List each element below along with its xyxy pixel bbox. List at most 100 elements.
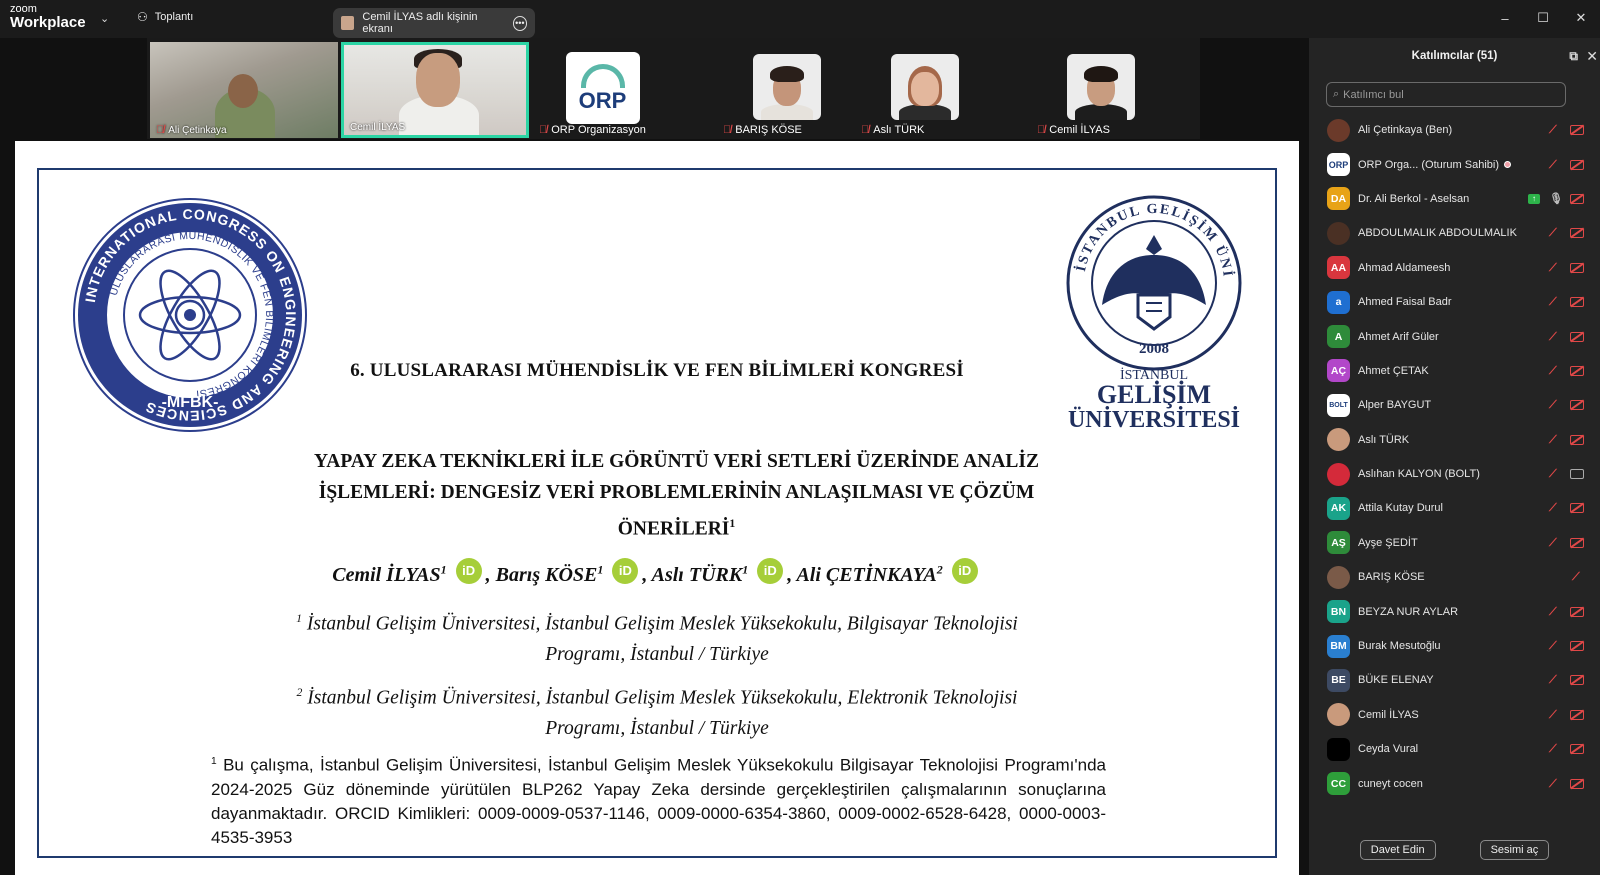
participant-head xyxy=(228,74,258,108)
orcid-icon[interactable]: iD xyxy=(455,558,482,584)
mic-muted-icon[interactable]: ⟋ xyxy=(1549,365,1561,377)
mic-muted-icon[interactable]: ⟋ xyxy=(1549,778,1561,790)
mic-muted-icon[interactable]: ⟋ xyxy=(1549,537,1561,549)
participant-status-icons: ⟋ xyxy=(1549,743,1584,755)
participant-status-icons: ⟋ xyxy=(1549,502,1584,514)
camera-off-icon[interactable] xyxy=(1570,365,1584,376)
camera-off-icon[interactable] xyxy=(1570,262,1584,273)
camera-off-icon[interactable] xyxy=(1570,537,1584,548)
video-tile[interactable]: 🎙̸ BARIŞ KÖSE xyxy=(719,42,854,138)
university-year: 2008 xyxy=(1139,341,1169,357)
camera-off-icon[interactable] xyxy=(1570,331,1584,342)
mic-muted-icon[interactable]: ⟋ xyxy=(1572,571,1584,583)
video-tile[interactable]: 🎙̸ Aslı TÜRK xyxy=(857,42,992,138)
camera-off-icon[interactable] xyxy=(1570,159,1584,170)
video-tile[interactable]: 🎙̸ Cemil İLYAS xyxy=(1033,42,1168,138)
participant-row[interactable]: Aslı TÜRK ⟋ xyxy=(1309,423,1600,457)
affiliation-line: Programı, İstanbul / Türkiye xyxy=(545,643,769,665)
popout-icon[interactable]: ⧉ xyxy=(1569,49,1578,64)
participant-row[interactable]: DA Dr. Ali Berkol - Aselsan ↑ 🎙 xyxy=(1309,182,1600,216)
camera-off-icon[interactable] xyxy=(1570,469,1584,480)
camera-off-icon[interactable] xyxy=(1570,778,1584,789)
tile-name-label: Cemil İLYAS xyxy=(1049,124,1110,136)
close-panel-icon[interactable]: ✕ xyxy=(1586,48,1598,65)
mic-muted-icon[interactable]: ⟋ xyxy=(1549,296,1561,308)
istanbul-gelisim-university-logo: İSTANBUL GELİŞİM ÜNİVERSİTESİ 2008 İSTAN… xyxy=(1054,195,1242,433)
camera-off-icon[interactable] xyxy=(1570,125,1584,136)
orcid-icon[interactable]: iD xyxy=(612,558,639,584)
more-options-icon[interactable]: ••• xyxy=(512,15,527,31)
camera-off-icon[interactable] xyxy=(1570,641,1584,652)
mic-muted-icon[interactable]: ⟋ xyxy=(1549,502,1561,514)
camera-off-icon[interactable] xyxy=(1570,434,1584,445)
video-tile[interactable]: ORP 🎙̸ ORP Organizasyon xyxy=(535,42,670,138)
chevron-down-icon[interactable]: ⌄ xyxy=(100,12,109,25)
orcid-icon[interactable]: iD xyxy=(757,558,784,584)
mic-muted-icon[interactable]: ⟋ xyxy=(1549,434,1561,446)
participant-name: BARIŞ KÖSE xyxy=(1358,571,1425,584)
maximize-button[interactable]: ☐ xyxy=(1524,0,1562,36)
camera-off-icon[interactable] xyxy=(1570,606,1584,617)
camera-off-icon[interactable] xyxy=(1570,297,1584,308)
participant-status-icons: ⟋ xyxy=(1549,640,1584,652)
footnote: 1 Bu çalışma, İstanbul Gelişim Üniversit… xyxy=(211,750,1106,850)
camera-off-icon[interactable] xyxy=(1570,675,1584,686)
video-tile-name: 🎙̸ Cemil İLYAS xyxy=(1037,124,1110,136)
camera-off-icon[interactable] xyxy=(1570,228,1584,239)
participant-row[interactable]: Ali Çetinkaya (Ben) ⟋ xyxy=(1309,113,1600,147)
participant-row[interactable]: AŞ Ayşe ŞEDİT ⟋ xyxy=(1309,526,1600,560)
camera-off-icon[interactable] xyxy=(1570,709,1584,720)
participant-name: Ali Çetinkaya (Ben) xyxy=(1358,124,1453,137)
meeting-menu-button[interactable]: ⚇ Toplantı xyxy=(137,10,193,24)
participant-row[interactable]: ORP ORP Orga... (Oturum Sahibi) ⟋ xyxy=(1309,147,1600,181)
camera-off-icon[interactable] xyxy=(1570,193,1584,204)
mic-muted-icon[interactable]: ⟋ xyxy=(1549,227,1561,239)
participant-row[interactable]: BN BEYZA NUR AYLAR ⟋ xyxy=(1309,594,1600,628)
participant-row[interactable]: A Ahmet Arif Güler ⟋ xyxy=(1309,319,1600,353)
participant-name: cuneyt cocen xyxy=(1358,777,1423,790)
camera-off-icon[interactable] xyxy=(1570,744,1584,755)
mic-icon[interactable]: 🎙 xyxy=(1549,193,1563,205)
mic-muted-icon[interactable]: ⟋ xyxy=(1549,159,1561,171)
mic-muted-icon[interactable]: ⟋ xyxy=(1549,468,1561,480)
orcid-icon[interactable]: iD xyxy=(951,558,978,584)
participant-row[interactable]: CC cuneyt cocen ⟋ xyxy=(1309,766,1600,800)
participant-row[interactable]: BOLT Alper BAYGUT ⟋ xyxy=(1309,388,1600,422)
participant-row[interactable]: ABDOULMALIK ABDOULMALIK ⟋ xyxy=(1309,216,1600,250)
mic-muted-icon[interactable]: ⟋ xyxy=(1549,606,1561,618)
unmute-button[interactable]: Sesimi aç xyxy=(1479,840,1550,860)
mic-muted-icon[interactable]: ⟋ xyxy=(1549,640,1561,652)
participant-status-icons: ⟋ xyxy=(1549,124,1584,136)
mic-muted-icon[interactable]: ⟋ xyxy=(1549,743,1561,755)
participant-row[interactable]: BARIŞ KÖSE ⟋ xyxy=(1309,560,1600,594)
participant-row[interactable]: Aslıhan KALYON (BOLT) ⟋ xyxy=(1309,457,1600,491)
participant-row[interactable]: AA Ahmad Aldameesh ⟋ xyxy=(1309,251,1600,285)
camera-off-icon[interactable] xyxy=(1570,503,1584,514)
mic-muted-icon[interactable]: ⟋ xyxy=(1549,399,1561,411)
participant-name: Ceyda Vural xyxy=(1358,743,1419,756)
video-tile[interactable]: 🎙̸ Ali Çetinkaya xyxy=(150,42,338,138)
people-icon: ⚇ xyxy=(137,10,148,24)
mic-muted-icon[interactable]: ⟋ xyxy=(1549,331,1561,343)
mic-muted-icon[interactable]: ⟋ xyxy=(1549,674,1561,686)
camera-off-icon[interactable] xyxy=(1570,400,1584,411)
mic-muted-icon[interactable]: ⟋ xyxy=(1549,124,1561,136)
sharer-avatar xyxy=(341,16,355,30)
participant-row[interactable]: BM Burak Mesutoğlu ⟋ xyxy=(1309,629,1600,663)
screen-share-banner[interactable]: Cemil İLYAS adlı kişinin ekranı ••• xyxy=(333,8,535,38)
participant-row[interactable]: Ceyda Vural ⟋ xyxy=(1309,732,1600,766)
participant-row[interactable]: AK Attila Kutay Durul ⟋ xyxy=(1309,491,1600,525)
mic-muted-icon[interactable]: ⟋ xyxy=(1549,709,1561,721)
participant-status-icons: ⟋ xyxy=(1549,434,1584,446)
minimize-button[interactable]: – xyxy=(1486,0,1524,36)
participants-header: Katılımcılar (51) ⧉ ✕ xyxy=(1309,38,1600,74)
invite-button[interactable]: Davet Edin xyxy=(1359,840,1436,860)
participant-row[interactable]: a Ahmed Faisal Badr ⟋ xyxy=(1309,285,1600,319)
mic-muted-icon[interactable]: ⟋ xyxy=(1549,262,1561,274)
participant-row[interactable]: BE BÜKE ELENAY ⟋ xyxy=(1309,663,1600,697)
video-tile-active-speaker[interactable]: Cemil İLYAS xyxy=(341,42,529,138)
participant-row[interactable]: AÇ Ahmet ÇETAK ⟋ xyxy=(1309,354,1600,388)
participant-row[interactable]: Cemil İLYAS ⟋ xyxy=(1309,698,1600,732)
participant-search-input[interactable]: ⌕ Katılımcı bul xyxy=(1326,82,1566,107)
close-window-button[interactable]: ✕ xyxy=(1562,0,1600,36)
